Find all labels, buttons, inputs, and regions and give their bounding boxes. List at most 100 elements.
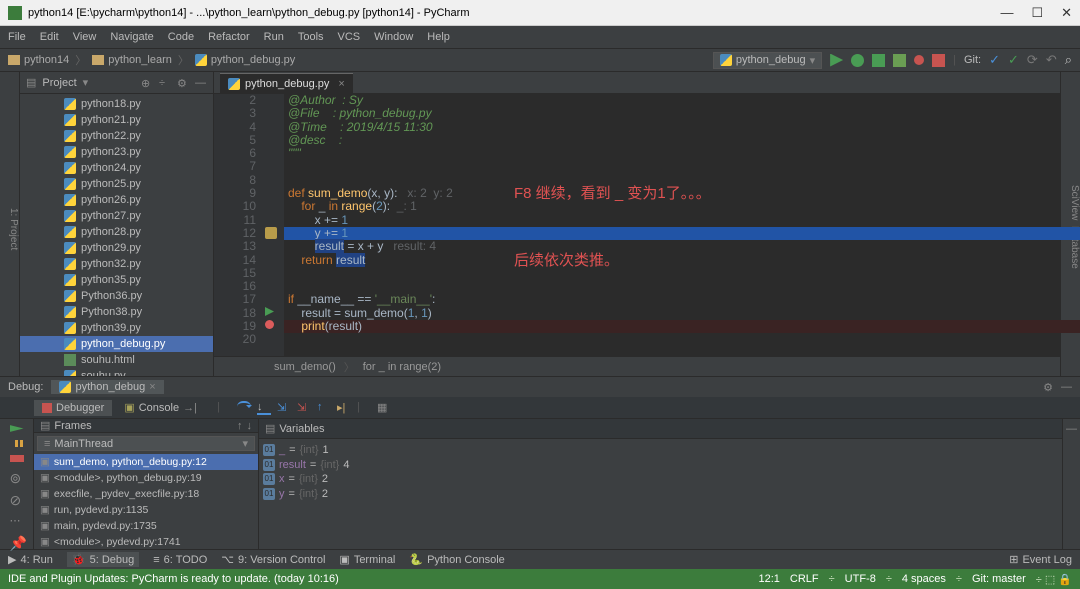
code-line[interactable]: """ — [288, 147, 1060, 160]
tree-item[interactable]: souhu.py — [20, 368, 213, 376]
code-line[interactable]: print(result) — [284, 320, 1080, 333]
git-branch[interactable]: Git: master — [972, 573, 1026, 585]
code-breadcrumb[interactable]: sum_demo() 〉 for _ in range(2) — [214, 356, 1060, 376]
hide-icon[interactable]: — — [195, 77, 207, 89]
collapse-icon[interactable]: ⊕ — [141, 77, 153, 89]
menu-help[interactable]: Help — [427, 31, 450, 43]
step-over-icon[interactable] — [237, 401, 251, 415]
code-line[interactable]: @File : python_debug.py — [288, 107, 1060, 120]
code-line[interactable] — [288, 280, 1060, 293]
breadcrumb[interactable]: python14 〉 python_learn 〉 python_debug.p… — [8, 52, 295, 68]
add-watch-icon[interactable]: — — [1066, 423, 1077, 435]
step-out-icon[interactable]: ↑ — [317, 401, 331, 415]
tree-item[interactable]: python23.py — [20, 144, 213, 160]
run-gutter-icon[interactable] — [265, 307, 274, 316]
pin-icon[interactable]: 📌 — [10, 535, 24, 549]
variable-item[interactable]: 01x = {int} 2 — [263, 472, 1058, 487]
frame-item[interactable]: ▣sum_demo, python_debug.py:12 — [34, 454, 258, 470]
target-icon[interactable]: ÷ — [159, 77, 171, 89]
tree-item[interactable]: python35.py — [20, 272, 213, 288]
line-sep[interactable]: CRLF — [790, 573, 819, 585]
indent[interactable]: 4 spaces — [902, 573, 946, 585]
code-line[interactable]: result = x + y result: 4 — [288, 240, 1060, 253]
close-button[interactable]: ✕ — [1061, 5, 1072, 21]
code-line[interactable] — [288, 160, 1060, 173]
code-area[interactable]: 234567891011121314151617181920 F8 继续，看到 … — [214, 94, 1060, 356]
coverage-button[interactable] — [872, 54, 885, 67]
vcs-tool[interactable]: ⌥ 9: Version Control — [221, 553, 325, 566]
hide-icon[interactable]: — — [1061, 381, 1072, 394]
run-config-select[interactable]: python_debug ▾ — [713, 52, 822, 69]
vcs-history-icon[interactable]: ⟳ — [1027, 52, 1038, 68]
tree-item[interactable]: python_debug.py — [20, 336, 213, 352]
tree-item[interactable]: Python36.py — [20, 288, 213, 304]
gear-icon[interactable]: ⚙ — [177, 77, 189, 89]
code-line[interactable] — [288, 333, 1060, 346]
menu-file[interactable]: File — [8, 31, 26, 43]
pyconsole-tool[interactable]: 🐍 Python Console — [409, 553, 504, 566]
code-line[interactable]: return result — [288, 254, 1060, 267]
menu-tools[interactable]: Tools — [298, 31, 324, 43]
debugger-tab[interactable]: Debugger — [34, 400, 112, 416]
tree-item[interactable]: python32.py — [20, 256, 213, 272]
frame-item[interactable]: ▣execfile, _pydev_execfile.py:18 — [34, 486, 258, 502]
todo-tool[interactable]: ≡ 6: TODO — [153, 554, 207, 566]
thread-select[interactable]: ≡MainThread▾ — [37, 436, 255, 451]
frame-item[interactable]: ▣run, pydevd.py:1135 — [34, 502, 258, 518]
tree-item[interactable]: Python38.py — [20, 304, 213, 320]
code-line[interactable] — [288, 267, 1060, 280]
tree-item[interactable]: python26.py — [20, 192, 213, 208]
maximize-button[interactable]: ☐ — [1031, 5, 1043, 21]
left-gutter[interactable]: 1: Project — [0, 72, 20, 376]
minimize-button[interactable]: — — [1000, 5, 1013, 21]
concurrency-button[interactable] — [914, 55, 924, 65]
tree-item[interactable]: python22.py — [20, 128, 213, 144]
tree-item[interactable]: python21.py — [20, 112, 213, 128]
pause-button[interactable] — [15, 440, 18, 447]
frame-item[interactable]: ▣<module>, python_debug.py:19 — [34, 470, 258, 486]
frame-item[interactable]: ▣<module>, pydevd.py:1741 — [34, 534, 258, 550]
code-line[interactable]: y += 1 — [284, 227, 1080, 240]
close-tab-icon[interactable]: × — [338, 78, 344, 90]
menu-window[interactable]: Window — [374, 31, 413, 43]
encoding[interactable]: UTF-8 — [845, 573, 876, 585]
menu-edit[interactable]: Edit — [40, 31, 59, 43]
force-step-into-icon[interactable]: ⇲ — [277, 401, 291, 415]
vcs-commit-icon[interactable]: ✓ — [1008, 52, 1019, 68]
run-tool[interactable]: ▶ 4: Run — [8, 553, 53, 566]
menu-run[interactable]: Run — [264, 31, 284, 43]
console-tab[interactable]: ▣Console→| — [116, 399, 205, 416]
tree-item[interactable]: python39.py — [20, 320, 213, 336]
code-line[interactable]: x += 1 — [288, 214, 1060, 227]
gear-icon[interactable]: ⚙ — [1043, 381, 1053, 394]
tree-item[interactable]: python24.py — [20, 160, 213, 176]
prev-frame-icon[interactable]: ↑ — [237, 420, 243, 432]
eventlog-tool[interactable]: ⊞ Event Log — [1009, 553, 1072, 566]
code-line[interactable]: @Author : Sy — [288, 94, 1060, 107]
vcs-update-icon[interactable]: ✓ — [989, 52, 1000, 68]
resume-button[interactable] — [10, 425, 24, 432]
run-button[interactable] — [830, 54, 843, 67]
menu-refactor[interactable]: Refactor — [208, 31, 250, 43]
step-into-icon[interactable]: ↓ — [257, 401, 271, 415]
code-line[interactable]: @Time : 2019/4/15 11:30 — [288, 121, 1060, 134]
breakpoint-icon[interactable] — [265, 320, 274, 329]
bulb-icon[interactable] — [265, 227, 277, 239]
editor-tab[interactable]: python_debug.py × — [220, 73, 353, 93]
variable-item[interactable]: 01y = {int} 2 — [263, 487, 1058, 502]
evaluate-icon[interactable]: ▦ — [377, 401, 391, 415]
view-breakpoints-icon[interactable]: ⊚ — [10, 470, 24, 484]
debug-session-tab[interactable]: python_debug × — [51, 380, 163, 394]
menu-vcs[interactable]: VCS — [338, 31, 361, 43]
frame-item[interactable]: ▣main, pydevd.py:1735 — [34, 518, 258, 534]
run-to-cursor-icon[interactable]: ▸| — [337, 401, 351, 415]
stop-button[interactable] — [10, 455, 24, 462]
code-line[interactable]: @desc : — [288, 134, 1060, 147]
debug-tool[interactable]: 🐞 5: Debug — [67, 552, 139, 567]
profile-button[interactable] — [893, 54, 906, 67]
code-body[interactable]: F8 继续，看到 _ 变为1了。。。 后续依次类推。 @Author : Sy@… — [284, 94, 1060, 356]
code-line[interactable]: if __name__ == '__main__': — [288, 293, 1060, 306]
cursor-pos[interactable]: 12:1 — [758, 573, 779, 585]
tree-item[interactable]: python27.py — [20, 208, 213, 224]
code-line[interactable]: result = sum_demo(1, 1) — [288, 307, 1060, 320]
